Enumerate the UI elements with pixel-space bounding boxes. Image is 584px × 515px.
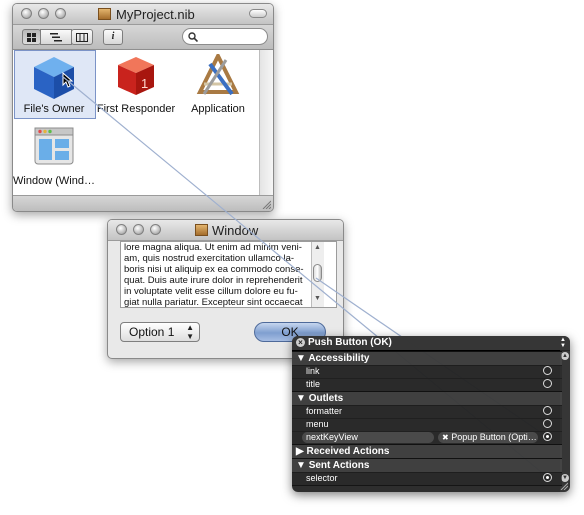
outlet-label: menu (306, 419, 329, 429)
nib-statusbar (13, 195, 273, 211)
close-button[interactable] (116, 224, 127, 235)
disconnect-x-icon[interactable]: ✖ (442, 433, 449, 442)
application-icon (196, 54, 240, 96)
nib-item-application[interactable]: Application (178, 50, 258, 117)
zoom-button[interactable] (150, 224, 161, 235)
hud-scroll-down-icon[interactable]: ▼ (561, 474, 569, 482)
disclosure-closed-icon: ▶ (296, 446, 304, 457)
popup-arrows-icon: ▲ ▼ (186, 323, 194, 341)
icon-view-icon (27, 33, 36, 42)
hud-category-accessibility[interactable]: ▼ Accessibility (292, 351, 562, 366)
close-button[interactable] (21, 8, 32, 19)
connected-circle-icon[interactable] (543, 432, 552, 441)
hud-action-selector[interactable]: selector (292, 472, 562, 486)
category-label: Accessibility (308, 353, 370, 364)
first-responder-icon: 1 (118, 57, 154, 95)
minimize-button[interactable] (38, 8, 49, 19)
lorem-text-view[interactable]: lore magna aliqua. Ut enim ad minim veni… (120, 241, 337, 308)
hud-resize-grip-icon[interactable] (560, 482, 568, 490)
connection-circle-icon[interactable] (543, 379, 552, 388)
hud-title: Push Button (OK) (308, 337, 392, 348)
scroll-up-arrow-icon[interactable]: ▲ (314, 244, 321, 251)
text-line: boris nisi ut aliquip ex ea commodo cons… (124, 264, 304, 275)
item-label: Window (Wind… (13, 175, 95, 187)
nib-item-first-responder[interactable]: 1 First Responder (96, 50, 176, 117)
nib-item-window[interactable]: Window (Wind… (13, 122, 95, 187)
disclosure-open-icon: ▼ (296, 460, 306, 471)
outlet-label-pill: nextKeyView (302, 432, 434, 443)
icon-view-button[interactable] (22, 29, 41, 45)
nib-window-titlebar[interactable]: MyProject.nib (13, 4, 273, 25)
connection-circle-icon[interactable] (543, 406, 552, 415)
popup-value: Option 1 (129, 325, 175, 339)
outlet-label: selector (306, 473, 338, 483)
option-popup-button[interactable]: Option 1 ▲ ▼ (120, 322, 200, 342)
hud-scroll-up-icon[interactable]: ▲ (561, 352, 569, 360)
connection-circle-icon[interactable] (543, 419, 552, 428)
window-icon (34, 127, 74, 165)
hud-outlet-formatter[interactable]: formatter (292, 405, 562, 419)
connection-target-label: Popup Button (Opti… (451, 432, 537, 442)
column-view-button[interactable] (71, 29, 93, 45)
connection-target-pill[interactable]: ✖ Popup Button (Opti… (438, 432, 538, 443)
mouse-cursor-icon (62, 72, 74, 88)
hud-outlet-title[interactable]: title (292, 378, 562, 392)
connections-hud-panel: × Push Button (OK) ▲ ▼ ▲ ▼ ▼ Accessibilit… (292, 336, 570, 492)
toolbar-toggle-button[interactable] (249, 9, 267, 18)
nib-item-files-owner[interactable]: File's Owner (14, 50, 94, 117)
scroll-thumb[interactable] (313, 264, 322, 282)
category-label: Sent Actions (308, 460, 370, 471)
search-icon (188, 32, 198, 42)
search-input[interactable] (199, 30, 265, 44)
hud-category-outlets[interactable]: ▼ Outlets (292, 391, 562, 406)
category-label: Outlets (308, 393, 344, 404)
text-line: am, quis nostrud exercitation ullamco la… (124, 253, 295, 264)
hud-category-received-actions[interactable]: ▶ Received Actions (292, 444, 562, 459)
minimize-button[interactable] (133, 224, 144, 235)
category-label: Received Actions (306, 446, 390, 457)
list-view-icon (50, 33, 62, 42)
item-label: First Responder (96, 103, 176, 115)
hud-titlebar[interactable]: × Push Button (OK) ▲ ▼ (292, 336, 570, 351)
scroll-down-arrow-icon[interactable]: ▼ (314, 295, 321, 302)
nib-toolbar: i (13, 25, 273, 50)
resize-grip-icon[interactable] (261, 199, 271, 209)
outlet-label: nextKeyView (306, 432, 358, 442)
column-view-icon (76, 33, 88, 42)
hud-outlet-menu[interactable]: menu (292, 418, 562, 432)
outlet-label: link (306, 366, 320, 376)
list-view-button[interactable] (40, 29, 72, 45)
text-line: lore magna aliqua. Ut enim ad minim veni… (124, 242, 302, 253)
outlet-label: formatter (306, 406, 343, 416)
zoom-button[interactable] (55, 8, 66, 19)
info-button[interactable]: i (103, 29, 123, 45)
outlet-label: title (306, 379, 321, 389)
info-icon: i (111, 31, 115, 42)
text-line: quat. Duis aute irure dolor in reprehend… (124, 275, 303, 286)
hud-close-icon[interactable]: × (296, 338, 305, 347)
nib-document-window: MyProject.nib i File's Owner 1 First Res… (12, 3, 274, 212)
svg-text:1: 1 (141, 76, 148, 91)
disclosure-open-icon: ▼ (296, 353, 306, 364)
nib-file-icon (98, 8, 111, 20)
text-view-scrollbar[interactable]: ▲ ▼ (311, 242, 324, 307)
hud-menu-arrows-icon[interactable]: ▲ ▼ (560, 336, 566, 349)
design-window-titlebar[interactable]: Window (108, 220, 343, 241)
item-label: Application (191, 103, 245, 115)
disclosure-open-icon: ▼ (296, 393, 306, 404)
hud-outlet-link[interactable]: link (292, 365, 562, 379)
window-title: MyProject.nib (116, 7, 195, 22)
connection-circle-icon[interactable] (543, 366, 552, 375)
text-line: in voluptate velit esse cillum dolore eu… (124, 286, 298, 297)
window-title: Window (212, 223, 259, 238)
nib-vertical-scrollbar[interactable] (259, 50, 273, 196)
item-label: File's Owner (23, 103, 85, 115)
connected-circle-icon[interactable] (543, 473, 552, 482)
window-proxy-icon (195, 224, 208, 236)
text-line: giat nulla pariatur. Excepteur sint occa… (124, 297, 303, 308)
nib-objects-grid: File's Owner 1 First Responder Applicati… (13, 50, 259, 196)
search-field[interactable] (182, 28, 268, 45)
hud-category-sent-actions[interactable]: ▼ Sent Actions (292, 458, 562, 473)
hud-outlet-nextkeyview[interactable]: nextKeyView ✖ Popup Button (Opti… (292, 431, 562, 445)
